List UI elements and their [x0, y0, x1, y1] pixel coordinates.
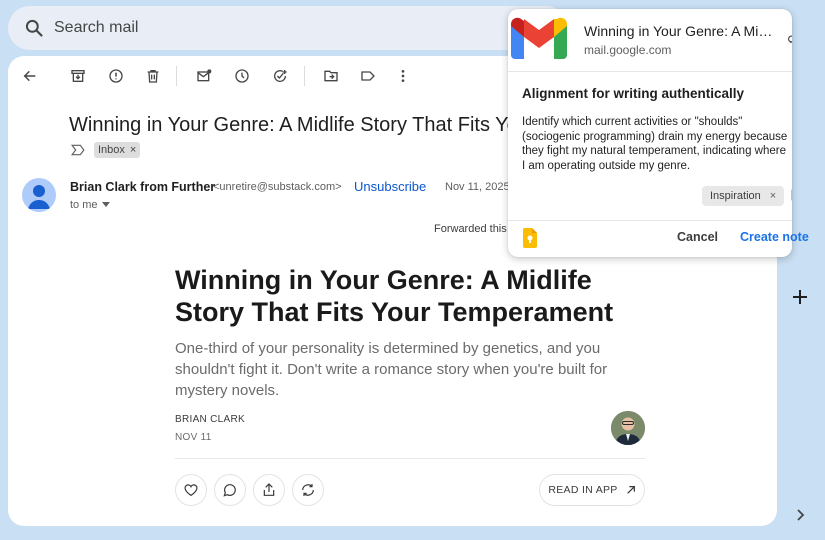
like-button[interactable]: [175, 474, 207, 506]
post-date: NOV 11: [175, 432, 212, 443]
label-icon[interactable]: [356, 64, 380, 88]
importance-marker-icon[interactable]: [71, 144, 85, 156]
delete-icon[interactable]: [141, 64, 165, 88]
note-title[interactable]: Alignment for writing authentically: [522, 86, 744, 101]
search-icon[interactable]: [24, 18, 44, 38]
read-in-app-button[interactable]: READ IN APP: [539, 474, 645, 506]
search-input[interactable]: [54, 16, 534, 40]
snooze-icon[interactable]: [230, 64, 254, 88]
post-author[interactable]: BRIAN CLARK: [175, 414, 245, 425]
remove-tag-icon[interactable]: ×: [770, 186, 776, 206]
restack-button[interactable]: [292, 474, 324, 506]
create-note-button[interactable]: Create note: [740, 230, 809, 244]
read-in-app-label: READ IN APP: [548, 484, 618, 496]
gmail-logo-icon: [511, 17, 567, 61]
email-subject: Winning in Your Genre: A Midlife Story T…: [69, 114, 536, 136]
report-spam-icon[interactable]: [104, 64, 128, 88]
comment-button[interactable]: [214, 474, 246, 506]
more-vert-icon[interactable]: [391, 64, 415, 88]
recipient-text: to me: [70, 199, 98, 211]
unsubscribe-link[interactable]: Unsubscribe: [354, 179, 426, 194]
search-bar[interactable]: [8, 6, 568, 50]
sender-name: Brian Clark from Further: [70, 180, 216, 194]
popup-domain: mail.google.com: [584, 43, 672, 57]
post-divider: [175, 458, 645, 459]
restack-icon: [302, 484, 314, 496]
post-title[interactable]: Winning in Your Genre: A Midlife Story T…: [175, 264, 645, 328]
share-icon: [263, 483, 275, 496]
toolbar-divider: [304, 66, 305, 86]
caret-down-icon: [101, 202, 110, 207]
sender-avatar[interactable]: [22, 178, 56, 212]
message-date: Nov 11, 2025,: [445, 181, 513, 193]
popup-page-title: Winning in Your Genre: A Midlife Story T…: [584, 23, 779, 39]
google-keep-icon: [523, 228, 537, 248]
save-note-popup: Winning in Your Genre: A Midlife Story T…: [508, 9, 792, 257]
cancel-button[interactable]: Cancel: [677, 230, 718, 244]
plus-icon[interactable]: [792, 289, 808, 305]
remove-label-icon[interactable]: ×: [130, 142, 136, 158]
add-task-icon[interactable]: [268, 64, 292, 88]
mark-unread-icon[interactable]: [192, 64, 216, 88]
sender-email: <unretire@substack.com>: [213, 181, 342, 193]
add-label-icon[interactable]: [791, 189, 792, 201]
note-body[interactable]: Identify which current activities or "sh…: [522, 115, 788, 173]
comment-icon: [223, 484, 236, 497]
post-subtitle: One-third of your personality is determi…: [175, 340, 608, 399]
move-to-icon[interactable]: [319, 64, 343, 88]
chevron-right-icon[interactable]: [795, 509, 805, 521]
back-arrow-icon[interactable]: [18, 64, 42, 88]
note-tag-text: Inspiration: [710, 190, 761, 202]
popup-header: Winning in Your Genre: A Midlife Story T…: [508, 9, 792, 72]
toolbar-divider: [176, 66, 177, 86]
heart-icon: [184, 484, 198, 497]
note-tag-chip: Inspiration ×: [702, 186, 785, 206]
forwarded-note: Forwarded this e: [434, 223, 516, 235]
recipient-toggle[interactable]: to me: [70, 199, 110, 211]
archive-icon[interactable]: [66, 64, 90, 88]
share-button[interactable]: [253, 474, 285, 506]
popup-footer-divider: [508, 220, 792, 221]
external-arrow-icon: [626, 486, 635, 494]
author-photo[interactable]: [611, 411, 645, 445]
inbox-label-text: Inbox: [98, 144, 125, 156]
link-icon[interactable]: [788, 34, 792, 44]
inbox-label-chip: Inbox ×: [94, 142, 141, 158]
